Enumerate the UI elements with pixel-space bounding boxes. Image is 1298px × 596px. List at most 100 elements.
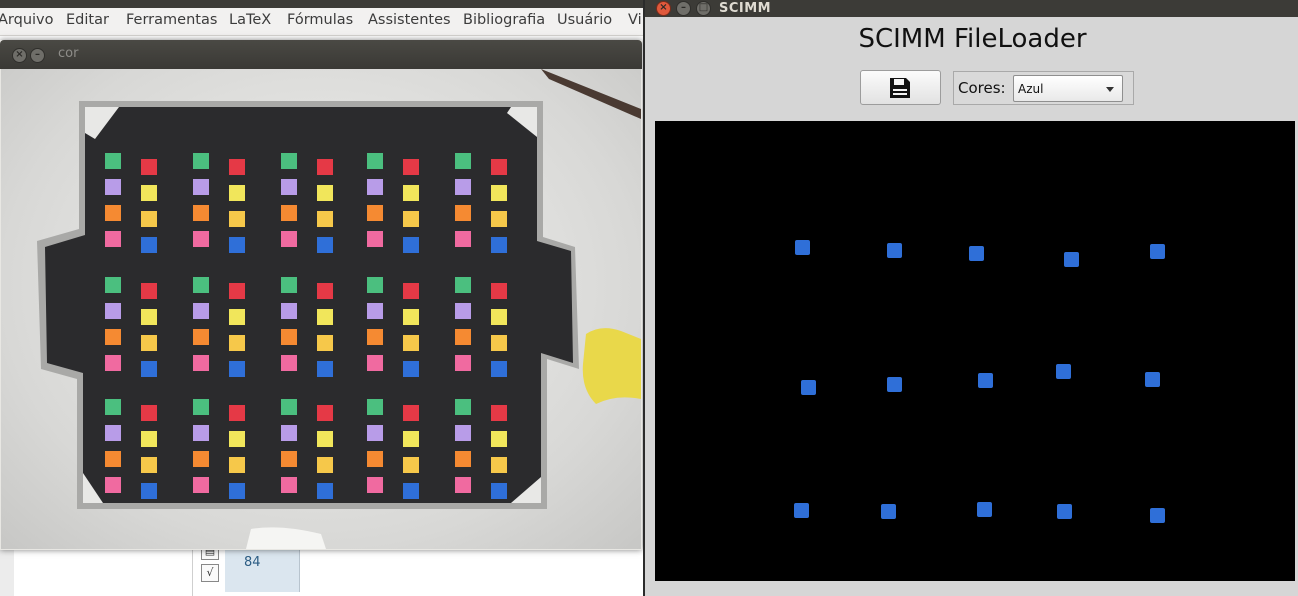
blue-marker [1056, 364, 1071, 379]
board-square [403, 159, 419, 175]
board-square [281, 303, 297, 319]
board-square [491, 283, 507, 299]
filtered-preview [655, 121, 1295, 581]
board-square [455, 329, 471, 345]
blue-marker [801, 380, 816, 395]
board-square [455, 231, 471, 247]
blue-marker [887, 377, 902, 392]
minimize-icon[interactable]: – [30, 48, 45, 63]
board-square [317, 431, 333, 447]
board-square [193, 231, 209, 247]
board-square [455, 425, 471, 441]
board-square [317, 309, 333, 325]
board-square [229, 185, 245, 201]
menu-editar[interactable]: Editar [66, 12, 109, 28]
board-square [193, 451, 209, 467]
board-square [105, 153, 121, 169]
board-square [281, 205, 297, 221]
board-square [403, 237, 419, 253]
board-square [367, 329, 383, 345]
menu-formulas[interactable]: Fórmulas [287, 12, 353, 28]
board-square [141, 159, 157, 175]
save-icon [890, 78, 910, 98]
colors-panel: Cores: Azul [953, 71, 1134, 105]
board-square [403, 185, 419, 201]
board-square [229, 159, 245, 175]
board-square [455, 477, 471, 493]
board-square [367, 277, 383, 293]
board-square [317, 283, 333, 299]
chevron-down-icon [1106, 87, 1114, 92]
board-square [367, 355, 383, 371]
board-square [403, 211, 419, 227]
board-square [105, 477, 121, 493]
board-square [105, 277, 121, 293]
board-square [317, 457, 333, 473]
blue-marker [1150, 508, 1165, 523]
board-square [403, 405, 419, 421]
board-square [455, 153, 471, 169]
cor-titlebar[interactable]: × – cor [0, 40, 642, 69]
menu-latex[interactable]: LaTeX [229, 12, 271, 28]
close-icon[interactable]: × [12, 48, 27, 63]
menu-arquivo[interactable]: Arquivo [0, 12, 54, 28]
page-title: SCIMM FileLoader [858, 24, 1087, 54]
filtered-preview-svg [794, 240, 1165, 523]
board-square [281, 355, 297, 371]
board-square [491, 309, 507, 325]
board-square [367, 451, 383, 467]
maximize-icon[interactable]: □ [696, 1, 711, 16]
cor-window: × – cor [0, 40, 642, 550]
scimm-titlebar[interactable]: × – □ SCIMM [645, 0, 1298, 17]
board-square [141, 361, 157, 377]
board-square [141, 405, 157, 421]
blue-marker [1150, 244, 1165, 259]
board-square [281, 451, 297, 467]
board-square [193, 329, 209, 345]
menu-ferramentas[interactable]: Ferramentas [126, 12, 217, 28]
board-square [193, 277, 209, 293]
board-square [317, 159, 333, 175]
sqrt-icon[interactable]: √ [201, 564, 219, 582]
board-square [455, 303, 471, 319]
board-square [229, 283, 245, 299]
colors-label: Cores: [958, 79, 1006, 97]
board-square [229, 211, 245, 227]
board-square [281, 399, 297, 415]
math-cell[interactable]: 84 [225, 548, 300, 592]
board-square [491, 211, 507, 227]
background-menubar: Arquivo Editar Ferramentas LaTeX Fórmula… [0, 8, 645, 36]
menu-view[interactable]: Vi [628, 12, 642, 28]
blue-marker [795, 240, 810, 255]
math-toolbar: ▤ √ [192, 542, 225, 596]
board-square [105, 425, 121, 441]
board-square [491, 361, 507, 377]
board-square [141, 185, 157, 201]
board-square [141, 211, 157, 227]
menu-usuario[interactable]: Usuário [557, 12, 612, 28]
board-square [403, 361, 419, 377]
board-square [403, 309, 419, 325]
board-square [403, 483, 419, 499]
menu-assistentes[interactable]: Assistentes [368, 12, 451, 28]
board-square [367, 425, 383, 441]
board-square [193, 179, 209, 195]
save-button[interactable] [860, 70, 941, 105]
colors-select[interactable]: Azul [1013, 75, 1123, 102]
close-icon[interactable]: × [656, 1, 671, 16]
menu-bibliografia[interactable]: Bibliografia [463, 12, 545, 28]
blue-marker [887, 243, 902, 258]
board-square [281, 425, 297, 441]
board-square [193, 399, 209, 415]
blue-marker [969, 246, 984, 261]
board-square [367, 205, 383, 221]
minimize-icon[interactable]: – [676, 1, 691, 16]
board-square [281, 153, 297, 169]
yellow-object [582, 328, 641, 404]
board-square [317, 405, 333, 421]
board-square [317, 483, 333, 499]
scimm-window-title: SCIMM [719, 1, 772, 16]
board-square [105, 451, 121, 467]
board-square [229, 405, 245, 421]
colors-select-value: Azul [1018, 82, 1044, 96]
